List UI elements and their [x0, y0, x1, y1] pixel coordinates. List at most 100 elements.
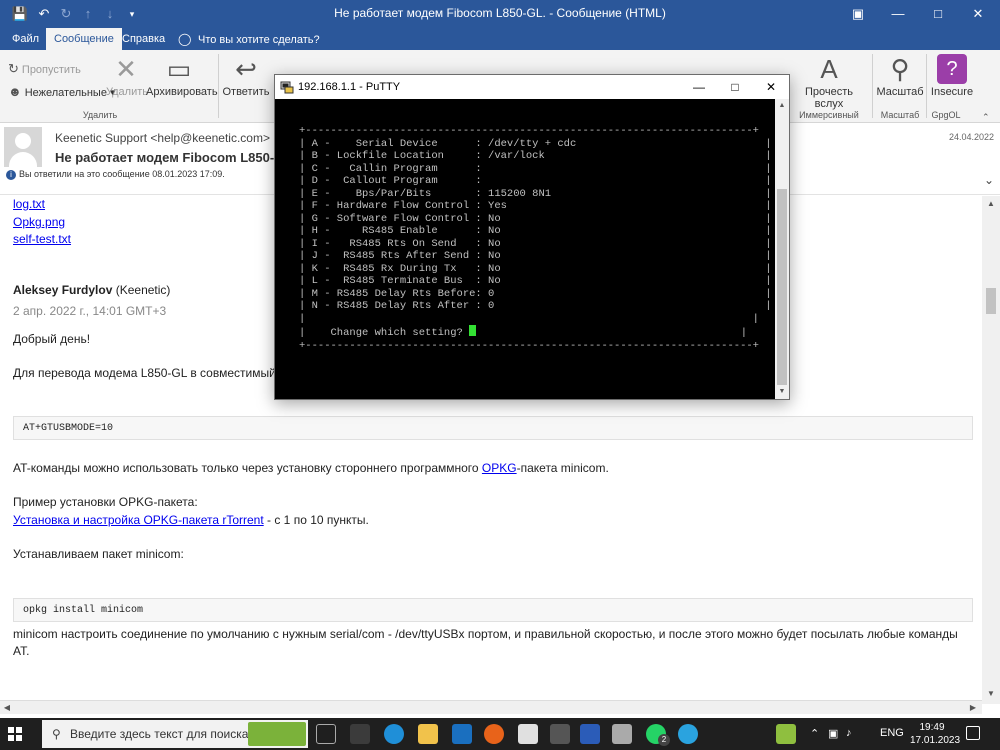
- tab-message[interactable]: Сообщение: [46, 28, 122, 50]
- junk-label: Нежелательные: [24, 87, 107, 99]
- paragraph-3: Пример установки OPKG-пакета:: [13, 495, 198, 509]
- tell-me-box[interactable]: ◯ Что вы хотите сделать?: [178, 28, 320, 50]
- network-icon[interactable]: ▣: [828, 727, 838, 740]
- putty-icon: [280, 81, 294, 94]
- zoom-label: Масштаб: [876, 86, 924, 98]
- reply-label: Ответить: [222, 86, 270, 98]
- app-icon[interactable]: [550, 724, 570, 744]
- sender[interactable]: Keenetic Support <help@keenetic.com>: [55, 131, 270, 145]
- paragraph-5: minicom настроить соединение по умолчани…: [13, 627, 958, 641]
- terminal-output: +---------------------------------------…: [299, 125, 772, 352]
- title-bar: 💾 ↶ ↻ ↑ ↓ ▾ Не работает модем Fibocom L8…: [0, 0, 1000, 28]
- zoom-button[interactable]: ⚲ Масштаб: [876, 54, 924, 98]
- terminal-text: +---------------------------------------…: [299, 125, 772, 339]
- outlook-icon[interactable]: [452, 724, 472, 744]
- putty-minimize-icon[interactable]: —: [681, 75, 717, 99]
- scroll-up-icon[interactable]: ▲: [982, 196, 1000, 212]
- read-aloud-icon: A: [820, 54, 838, 84]
- paragraph-5b: AT.: [13, 644, 30, 658]
- scroll-thumb[interactable]: [986, 288, 996, 314]
- language-indicator[interactable]: ENG: [880, 727, 904, 739]
- skip-icon: ↻: [8, 61, 19, 76]
- archive-button[interactable]: ▭ Архивировать: [146, 54, 218, 98]
- read-aloud-label-1: Прочесть: [804, 86, 854, 98]
- info-icon: i: [6, 170, 16, 180]
- skip-label: Пропустить: [21, 64, 81, 76]
- putty-window[interactable]: 192.168.1.1 - PuTTY — □ ✕ +-------------…: [274, 74, 790, 400]
- chevron-down-icon[interactable]: ⌄: [984, 173, 994, 187]
- app-icon[interactable]: [612, 724, 632, 744]
- whatsapp-badge: 2: [658, 734, 670, 746]
- close-icon[interactable]: ✕: [958, 0, 998, 28]
- delete-x-icon: ✕: [115, 54, 137, 84]
- putty-taskbar-icon[interactable]: [776, 724, 796, 744]
- tab-help[interactable]: Справка: [114, 28, 173, 50]
- edge-icon[interactable]: [384, 724, 404, 744]
- group-label-zoom: Масштаб: [880, 110, 920, 120]
- putty-scroll-down-icon[interactable]: ▼: [775, 385, 789, 399]
- greeting: Добрый день!: [13, 332, 91, 346]
- lightbulb-icon: ◯: [178, 32, 192, 46]
- scroll-down-icon[interactable]: ▼: [982, 686, 1000, 702]
- windows-start-icon[interactable]: [8, 727, 22, 741]
- junk-icon: ☻: [8, 84, 22, 99]
- search-highlight-image: [248, 722, 306, 746]
- clock-date: 17.01.2023: [910, 735, 961, 746]
- skip-button[interactable]: ↻ Пропустить: [8, 61, 81, 77]
- attachment-opkg[interactable]: Opkg.png: [13, 215, 65, 229]
- archive-label: Архивировать: [146, 86, 218, 98]
- putty-maximize-icon[interactable]: □: [717, 75, 753, 99]
- clock-time: 19:49: [919, 722, 945, 733]
- opkg-link[interactable]: OPKG: [482, 461, 517, 475]
- scroll-left-icon[interactable]: ◀: [0, 701, 14, 715]
- terminal[interactable]: +---------------------------------------…: [275, 99, 775, 399]
- rtorrent-link[interactable]: Установка и настройка OPKG-пакета rTorre…: [13, 513, 264, 527]
- firefox-icon[interactable]: [484, 724, 504, 744]
- info-text: Вы ответили на это сообщение 08.01.2023 …: [19, 169, 225, 179]
- task-view-icon[interactable]: [316, 724, 336, 744]
- widgets-icon[interactable]: [350, 724, 370, 744]
- word-icon[interactable]: [580, 724, 600, 744]
- reply-author: Aleksey Furdylov (Keenetic): [13, 283, 170, 297]
- putty-scrollbar[interactable]: ▲ ▼: [775, 99, 789, 399]
- horizontal-scrollbar[interactable]: ◀ ▶: [0, 700, 982, 714]
- putty-scroll-thumb[interactable]: [777, 189, 787, 385]
- delete-button[interactable]: ✕ Удалить: [106, 54, 148, 98]
- paragraph-4: Устанавливаем пакет minicom:: [13, 547, 184, 561]
- notepad-icon[interactable]: [518, 724, 538, 744]
- tray-chevron-icon[interactable]: ⌃: [810, 727, 819, 740]
- putty-title-bar[interactable]: 192.168.1.1 - PuTTY — □ ✕: [275, 75, 789, 99]
- volume-icon[interactable]: ♪: [846, 727, 852, 739]
- vertical-scrollbar[interactable]: ▲ ▼: [982, 196, 1000, 704]
- reply-button[interactable]: ↩ Ответить: [222, 54, 270, 98]
- tell-me-text: Что вы хотите сделать?: [198, 34, 320, 46]
- maximize-icon[interactable]: □: [918, 0, 958, 28]
- collapse-ribbon-icon[interactable]: ⌃: [982, 112, 990, 123]
- paragraph-1: Для перевода модема L850-GL в совместимы…: [13, 366, 276, 380]
- attachment-log[interactable]: log.txt: [13, 197, 45, 211]
- minimize-icon[interactable]: —: [878, 0, 918, 28]
- telegram-icon[interactable]: [678, 724, 698, 744]
- putty-close-icon[interactable]: ✕: [753, 75, 789, 99]
- scroll-right-icon[interactable]: ▶: [966, 701, 980, 715]
- reply-date: 2 апр. 2022 г., 14:01 GMT+3: [13, 304, 167, 318]
- read-aloud-button[interactable]: A Прочесть вслух: [800, 54, 858, 110]
- tab-file[interactable]: Файл: [4, 28, 47, 50]
- group-separator: [926, 54, 927, 118]
- message-date: 24.04.2022: [948, 132, 994, 142]
- notifications-icon[interactable]: [966, 726, 980, 740]
- ribbon-options-icon[interactable]: ▣: [838, 0, 878, 28]
- insecure-button[interactable]: ? Insecure: [930, 54, 974, 98]
- clock[interactable]: 19:49 17.01.2023: [910, 721, 961, 747]
- read-aloud-label-2: вслух: [814, 98, 844, 110]
- whatsapp-icon[interactable]: 2: [646, 724, 670, 746]
- attachment-self-test[interactable]: self-test.txt: [13, 232, 71, 246]
- taskbar-search[interactable]: ⚲ Введите здесь текст для поиска: [42, 720, 308, 748]
- junk-button[interactable]: ☻ Нежелательные ▾: [8, 84, 116, 100]
- subject: Не работает модем Fibocom L850-GL.: [55, 150, 296, 165]
- putty-scroll-up-icon[interactable]: ▲: [775, 99, 789, 113]
- reply-icon: ↩: [235, 54, 257, 84]
- info-bar[interactable]: i Вы ответили на это сообщение 08.01.2023…: [6, 169, 225, 180]
- file-explorer-icon[interactable]: [418, 724, 438, 744]
- magnifier-icon: ⚲: [890, 54, 910, 84]
